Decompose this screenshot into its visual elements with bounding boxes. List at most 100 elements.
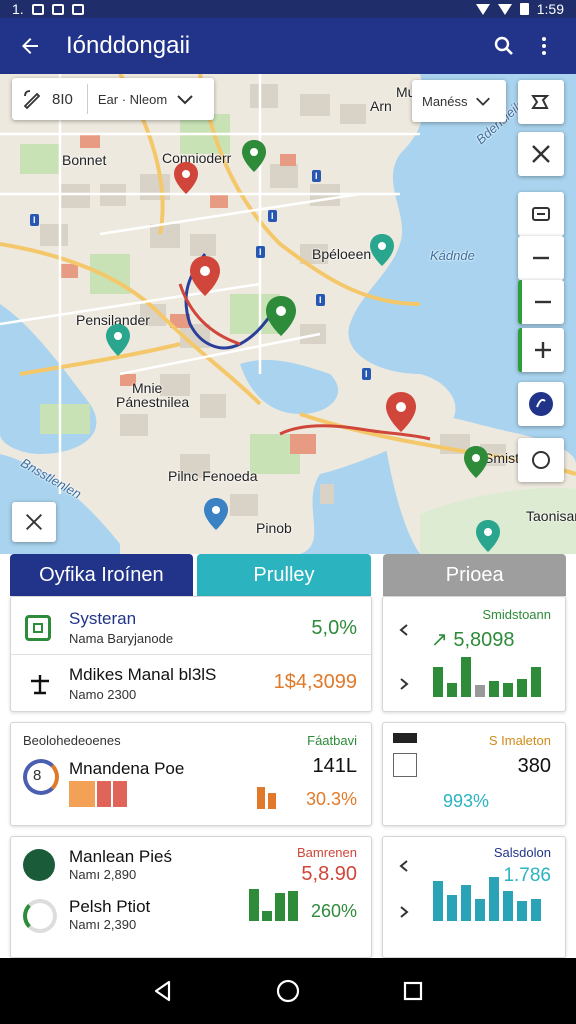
- map-label: Taonisan: [526, 508, 576, 524]
- nav-back-button[interactable]: [143, 971, 183, 1011]
- wifi-icon: [475, 3, 490, 15]
- trend-label: Smidstoann: [482, 607, 551, 622]
- chevron-down-icon: [475, 97, 490, 106]
- metric-card[interactable]: S Imaleton 380 993%: [382, 722, 566, 826]
- red-pin-icon[interactable]: [386, 392, 416, 432]
- more-vert-icon: [542, 37, 546, 55]
- stats-card[interactable]: Beolohedeoenes Fáatbavi 8 Mnandena Poe 1…: [10, 722, 372, 826]
- row-value: 5,0%: [311, 617, 357, 639]
- tab-policy[interactable]: Prulley: [196, 554, 372, 596]
- map-label: Bonnet: [62, 152, 107, 168]
- nav-recents-button[interactable]: [393, 971, 433, 1011]
- list-item[interactable]: Systeran Nama Baryjanode 5,0%: [11, 597, 371, 655]
- map-view[interactable]: I I I I I I Bonnet Connioderr Bpéloeen P…: [0, 74, 576, 554]
- list-item[interactable]: Manlean Pieś Namı 2,890 Bamrenen 5,8.90: [11, 837, 371, 889]
- card-value: 380: [517, 755, 551, 777]
- mini-bar-chart: [69, 781, 127, 807]
- blue-pin-icon[interactable]: [204, 498, 228, 530]
- more-options-button[interactable]: [524, 26, 564, 66]
- trend-card[interactable]: Smidstoann ↗ 5,8098: [382, 596, 566, 712]
- tab-prices[interactable]: Prioea: [383, 554, 566, 596]
- bar: [257, 787, 265, 809]
- map-label: Pánestnilea: [116, 394, 190, 410]
- red-pin-icon[interactable]: [190, 256, 220, 296]
- bar: [475, 685, 485, 697]
- map-label: Pinob: [256, 520, 292, 536]
- people-card[interactable]: Manlean Pieś Namı 2,890 Bamrenen 5,8.90 …: [10, 836, 372, 958]
- teal-pin-icon[interactable]: [106, 324, 130, 356]
- tab-overview[interactable]: Oyfika Iroínen: [10, 554, 193, 596]
- chevron-right-icon[interactable]: [397, 677, 411, 691]
- map-label: Pilnc Fenoeda: [168, 468, 258, 484]
- row-tag: Bamrenen: [297, 845, 357, 860]
- row-value: 260%: [310, 901, 357, 921]
- my-location-button[interactable]: [518, 438, 564, 482]
- green-pin-icon[interactable]: [464, 446, 488, 478]
- row-title: Mdikes Manal bl3lS: [69, 665, 217, 684]
- back-button[interactable]: [12, 28, 48, 64]
- square-recents-icon: [404, 981, 423, 1001]
- chart-card[interactable]: Salsdolon 1.786: [382, 836, 566, 958]
- app-bar: Iónddongaii: [0, 18, 576, 74]
- bar: [503, 891, 513, 921]
- notification-icon: [51, 3, 64, 15]
- chip-divider: [86, 84, 88, 114]
- collapse-icon: [26, 514, 42, 530]
- row-subtitle: Nama Baryjanode: [69, 631, 174, 646]
- zoom-out-button[interactable]: [518, 236, 564, 280]
- bar: [503, 683, 513, 697]
- search-icon: [494, 36, 513, 55]
- bar: [288, 891, 298, 921]
- notification-icon: [71, 3, 84, 15]
- row-subtitle: Namı 2,390: [69, 917, 137, 932]
- bar: [517, 679, 527, 697]
- bar: [113, 781, 127, 807]
- mini-bar-chart: [249, 889, 298, 921]
- fullscreen-button[interactable]: [12, 502, 56, 542]
- tools-icon: [532, 145, 550, 163]
- teal-pin-icon[interactable]: [370, 234, 394, 266]
- map-mode-chip[interactable]: 8I0 Ear · Nleom: [12, 78, 214, 120]
- row-subtitle: Namı 2,890: [69, 867, 137, 882]
- chevron-right-icon[interactable]: [397, 905, 411, 919]
- bar: [531, 899, 541, 921]
- route-shield: I: [316, 294, 325, 306]
- row-value: 5,8.90: [301, 863, 357, 885]
- summary-card[interactable]: Systeran Nama Baryjanode 5,0% Mdikes Man…: [10, 596, 372, 712]
- directions-button[interactable]: [518, 80, 564, 124]
- chevron-left-icon[interactable]: [397, 859, 411, 873]
- layers-button[interactable]: [518, 192, 564, 236]
- nav-home-button[interactable]: [268, 971, 308, 1011]
- bar: [531, 667, 541, 697]
- compass-button[interactable]: [518, 382, 564, 426]
- plus-icon: [535, 342, 551, 358]
- location-circle-icon: [532, 451, 550, 469]
- battery-icon: [519, 3, 529, 15]
- green-pin-icon[interactable]: [266, 296, 296, 336]
- bar: [461, 657, 471, 697]
- teal-pin-icon[interactable]: [476, 520, 500, 552]
- red-pin-icon[interactable]: [174, 162, 198, 194]
- list-item[interactable]: Mdikes Manal bl3lS Namo 2300 1$4,3099: [11, 655, 371, 713]
- bar: [268, 793, 276, 809]
- row-title: Manlean Pieś: [69, 847, 173, 866]
- badge-icon: [393, 733, 417, 743]
- list-item[interactable]: Pelsh Ptiot Namı 2,390 260%: [11, 889, 371, 941]
- bar: [461, 885, 471, 921]
- row-value: 1$4,3099: [273, 671, 357, 693]
- notification-icon: [31, 3, 44, 15]
- zoom-in-button[interactable]: [518, 328, 564, 372]
- zoom-out-button-2[interactable]: [518, 280, 564, 324]
- triangle-back-icon: [154, 980, 170, 1002]
- map-label: Arn: [370, 98, 392, 114]
- chip-text: Ear · Nleom: [97, 91, 168, 107]
- search-button[interactable]: [484, 26, 524, 66]
- card-tag: S Imaleton: [488, 733, 551, 748]
- route-shield: I: [268, 210, 277, 222]
- tools-button[interactable]: [518, 132, 564, 176]
- chevron-left-icon[interactable]: [397, 623, 411, 637]
- bar: [517, 901, 527, 921]
- map-layer-dropdown[interactable]: Manéss: [412, 80, 506, 122]
- green-pin-icon[interactable]: [242, 140, 266, 172]
- row-title: Systeran: [69, 609, 137, 628]
